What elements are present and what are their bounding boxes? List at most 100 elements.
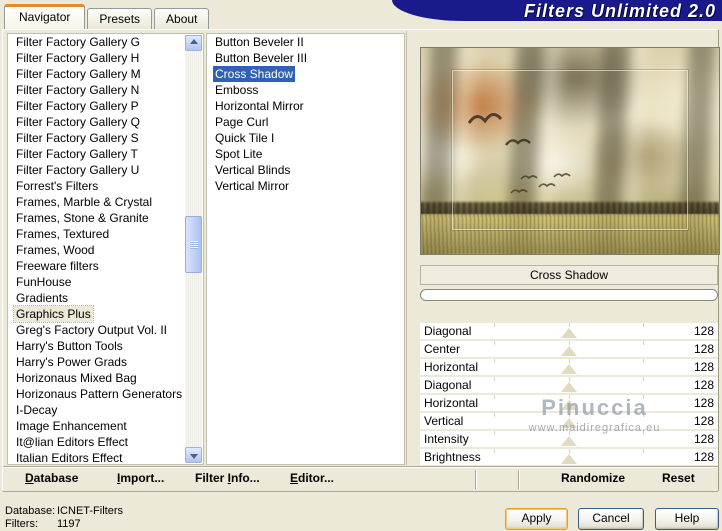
database-button[interactable]: Database	[25, 471, 78, 485]
tab-navigator[interactable]: Navigator	[4, 4, 86, 30]
slider-label: Diagonal	[424, 378, 472, 392]
slider-label: Center	[424, 342, 461, 356]
slider-thumb[interactable]	[561, 382, 577, 392]
category-scrollbar[interactable]	[185, 35, 202, 463]
list-item[interactable]: Filter Factory Gallery N	[8, 82, 203, 98]
tab-about[interactable]: About	[154, 8, 210, 30]
database-status-label: Database:	[5, 505, 56, 517]
filter-list: Button Beveler II Button Beveler III Cro…	[206, 33, 405, 465]
list-item[interactable]: Filter Factory Gallery P	[8, 98, 203, 114]
apply-button[interactable]: Apply	[505, 508, 568, 530]
list-item[interactable]: Filter Factory Gallery H	[8, 50, 203, 66]
list-item[interactable]: Filter Factory Gallery T	[8, 146, 203, 162]
birds-icon	[467, 113, 571, 194]
filter-preview-image	[420, 47, 720, 255]
slider-label: Diagonal	[424, 324, 472, 338]
scroll-up-icon	[189, 39, 198, 44]
list-item[interactable]: Emboss	[207, 82, 404, 98]
list-item[interactable]: Filter Factory Gallery Q	[8, 114, 203, 130]
status-area: Database: ICNET-Filters Filters: 1197	[5, 505, 123, 531]
toolbar-divider	[518, 470, 520, 489]
list-item[interactable]: Filter Factory Gallery G	[8, 34, 203, 50]
filters-count-label: Filters:	[5, 518, 38, 530]
list-item[interactable]: Frames, Stone & Granite	[8, 210, 203, 226]
slider-label: Brightness	[424, 450, 481, 464]
scroll-down-button[interactable]	[185, 447, 202, 463]
list-item[interactable]: Harry's Power Grads	[8, 354, 203, 370]
slider-label: Horizontal	[424, 396, 479, 410]
list-item[interactable]: Image Enhancement	[8, 418, 203, 434]
slider-value: 128	[693, 414, 714, 428]
help-button[interactable]: Help	[655, 508, 719, 530]
main-panel: Filter Factory Gallery G Filter Factory …	[2, 29, 720, 492]
list-item[interactable]: Gradients	[8, 290, 203, 306]
list-item[interactable]: Forrest's Filters	[8, 178, 203, 194]
scroll-down-icon	[189, 454, 198, 459]
list-item[interactable]: Vertical Blinds	[207, 162, 404, 178]
list-item[interactable]: Spot Lite	[207, 146, 404, 162]
window-title: Filters Unlimited 2.0	[523, 1, 716, 21]
slider-value: 128	[693, 324, 714, 338]
list-item[interactable]: Button Beveler III	[207, 50, 404, 66]
list-item[interactable]: Vertical Mirror	[207, 178, 404, 194]
cancel-button[interactable]: Cancel	[578, 508, 644, 530]
category-list: Filter Factory Gallery G Filter Factory …	[7, 33, 204, 465]
reset-button[interactable]: Reset	[662, 471, 695, 485]
slider-thumb[interactable]	[561, 400, 577, 410]
list-item[interactable]: Horizontal Mirror	[207, 98, 404, 114]
list-item[interactable]: Frames, Marble & Crystal	[8, 194, 203, 210]
slider-thumb[interactable]	[561, 328, 577, 338]
slider-thumb[interactable]	[561, 346, 577, 356]
slider-row: Diagonal 128	[420, 323, 718, 339]
slider-row: Diagonal 128	[420, 377, 718, 393]
filter-info-button[interactable]: Filter Info...	[195, 471, 260, 485]
list-item[interactable]: Greg's Factory Output Vol. II	[8, 322, 203, 338]
list-item[interactable]: Filter Factory Gallery U	[8, 162, 203, 178]
filters-count-value: 1197	[57, 518, 81, 530]
bottom-toolbar: Database Import... Filter Info... Editor…	[3, 467, 718, 492]
scrollbar-thumb[interactable]	[185, 216, 202, 273]
slider-label: Vertical	[424, 414, 464, 428]
slider-row: Brightness 128	[420, 449, 718, 465]
slider-row: Center 128	[420, 341, 718, 357]
list-item[interactable]: Harry's Button Tools	[8, 338, 203, 354]
list-item[interactable]: Horizonaus Mixed Bag	[8, 370, 203, 386]
slider-thumb[interactable]	[561, 436, 577, 446]
list-item[interactable]: Filter Factory Gallery S	[8, 130, 203, 146]
progress-bar	[420, 289, 718, 301]
tab-presets[interactable]: Presets	[87, 8, 153, 30]
slider-thumb[interactable]	[561, 454, 577, 464]
slider-row: Vertical 128	[420, 413, 718, 429]
scrollbar-grip-icon	[190, 240, 198, 249]
list-item[interactable]: I-Decay	[8, 402, 203, 418]
list-item-selected[interactable]: Cross Shadow	[207, 66, 404, 82]
slider-thumb[interactable]	[561, 364, 577, 374]
preview-panel: Cross Shadow Diagonal 128 Center 128 Hor…	[406, 31, 720, 465]
list-item[interactable]: It@lian Editors Effect	[8, 434, 203, 450]
tab-bar: Navigator Presets About	[4, 4, 210, 30]
slider-value: 128	[693, 360, 714, 374]
editor-button[interactable]: Editor...	[290, 471, 334, 485]
list-item[interactable]: Freeware filters	[8, 258, 203, 274]
list-item-selected[interactable]: Graphics Plus	[8, 305, 203, 323]
list-item[interactable]: Button Beveler II	[207, 34, 404, 50]
randomize-button[interactable]: Randomize	[561, 471, 625, 485]
database-status-value: ICNET-Filters	[57, 505, 123, 517]
list-item[interactable]: Frames, Textured	[8, 226, 203, 242]
slider-value: 128	[693, 342, 714, 356]
list-item[interactable]: FunHouse	[8, 274, 203, 290]
list-item[interactable]: Italian Editors Effect	[8, 450, 203, 464]
scroll-up-button[interactable]	[185, 35, 202, 51]
slider-label: Horizontal	[424, 360, 479, 374]
import-button[interactable]: Import...	[117, 471, 164, 485]
list-item[interactable]: Quick Tile I	[207, 130, 404, 146]
list-item[interactable]: Filter Factory Gallery M	[8, 66, 203, 82]
list-item[interactable]: Page Curl	[207, 114, 404, 130]
slider-thumb[interactable]	[561, 418, 577, 428]
slider-row: Horizontal 128	[420, 359, 718, 375]
slider-value: 128	[693, 378, 714, 392]
toolbar-divider	[475, 470, 477, 489]
list-item[interactable]: Frames, Wood	[8, 242, 203, 258]
list-item[interactable]: Horizonaus Pattern Generators	[8, 386, 203, 402]
slider-value: 128	[693, 396, 714, 410]
